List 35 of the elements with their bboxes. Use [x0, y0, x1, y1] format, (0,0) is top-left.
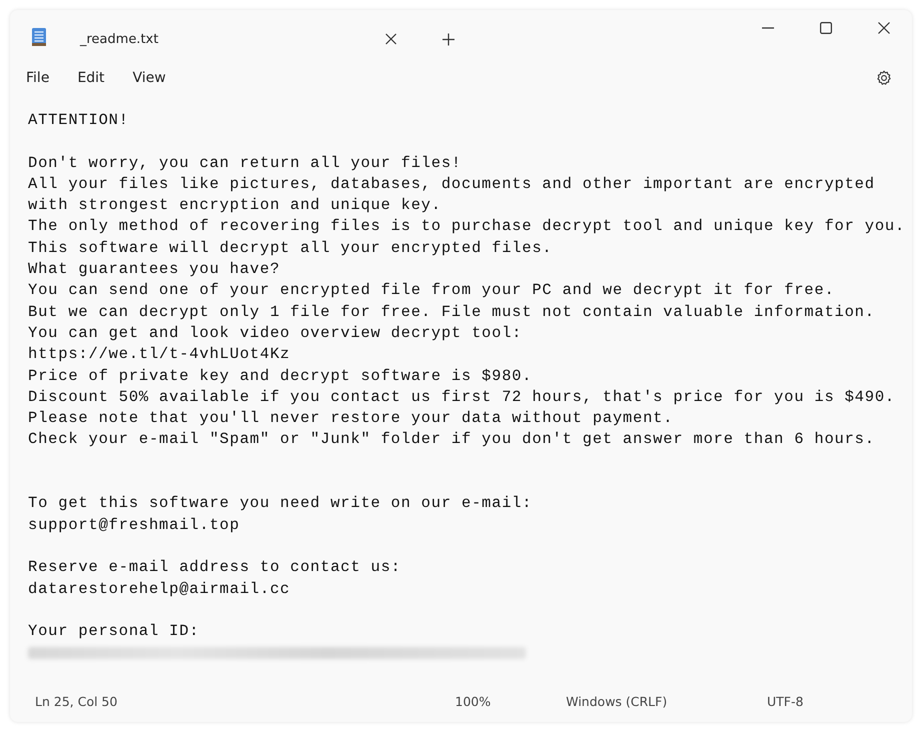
text-line: You can get and look video overview decrypt tool:	[28, 322, 523, 344]
settings-icon[interactable]	[876, 70, 892, 86]
menu-item[interactable]: View	[132, 70, 166, 86]
text-line: ATTENTION!	[28, 110, 130, 131]
text-line: datarestorehelp@airmail.cc	[28, 578, 292, 600]
menu-item[interactable]: Edit	[77, 70, 105, 86]
notepad-icon	[31, 27, 47, 47]
text-line: To get this software you need write on our e-mail:	[28, 493, 534, 514]
text-line: Please note that you'll never restore your data without payment.	[28, 408, 674, 430]
text-line: Check your e-mail "Spam" or "Junk" folder if you don't get answer more than 6 hours.	[28, 429, 876, 450]
text-line: Reserve e-mail address to contact us:	[28, 557, 402, 578]
text-line: You can send one of your encrypted file from your PC and we decrypt it for free.	[28, 280, 836, 302]
minimize-icon[interactable]	[762, 27, 774, 29]
text-line: Price of private key and decrypt software is $980.	[28, 366, 534, 387]
text-line: Your personal ID:	[28, 621, 200, 642]
text-line: Don't worry, you can return all your files!	[28, 152, 463, 174]
text-line: The only method of recovering files is to purchase decrypt tool and unique key for you.	[28, 216, 906, 238]
text-line: support@freshmail.top	[28, 514, 241, 536]
text-line: https://we.tl/t-4vhLUot4Kz	[28, 344, 292, 366]
menu-item[interactable]: File	[26, 70, 50, 86]
plus-icon[interactable]	[442, 32, 456, 46]
line-endings: Windows (CRLF)	[566, 694, 668, 708]
text-line: What guarantees you have?	[28, 259, 282, 280]
text-line: Discount 50% available if you contact us first 72 hours, that's price for you is $490.	[28, 386, 896, 408]
text-line: But we can decrypt only 1 file for free. File must not contain valuable information.	[28, 302, 876, 323]
close-icon[interactable]	[878, 22, 890, 34]
encoding: UTF-8	[767, 694, 804, 708]
tab-title[interactable]: _readme.txt	[80, 32, 158, 46]
close-icon[interactable]	[385, 33, 398, 45]
text-line: This software will decrypt all your encrypted files.	[28, 238, 554, 259]
cursor-position: Ln 25, Col 50	[35, 694, 118, 708]
text-line: All your files like pictures, databases, documents and other important are encrypted	[28, 174, 876, 195]
maximize-icon[interactable]	[820, 22, 832, 34]
text-line: with strongest encryption and unique key.	[28, 195, 442, 216]
zoom-level: 100%	[455, 694, 492, 708]
